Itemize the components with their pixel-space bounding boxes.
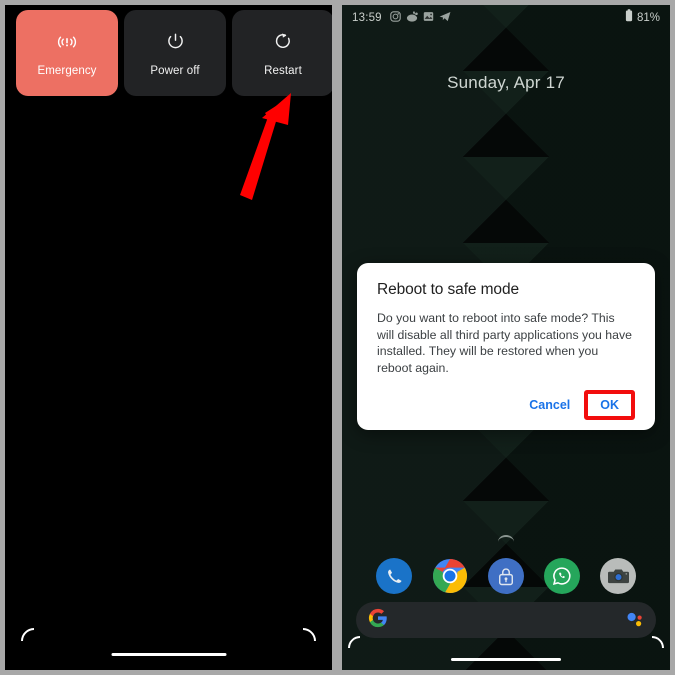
screen-corner-arc-right — [285, 623, 322, 660]
photo-icon — [423, 9, 434, 27]
instagram-icon — [390, 9, 401, 27]
page-indicator — [498, 535, 514, 542]
reddit-icon — [406, 9, 418, 27]
google-search-bar[interactable] — [356, 602, 656, 638]
dock-icon-whatsapp[interactable] — [544, 558, 580, 594]
notification-icons — [390, 9, 451, 27]
emergency-broadcast-icon — [55, 30, 79, 54]
dialog-message: Do you want to reboot into safe mode? Th… — [377, 311, 632, 375]
cancel-button[interactable]: Cancel — [519, 391, 580, 419]
screenshot-root: Emergency Power off Restart 13:59 81% Su… — [0, 0, 675, 675]
dock-icon-phone[interactable] — [376, 558, 412, 594]
telegram-icon — [439, 9, 451, 27]
emergency-button-label: Emergency — [37, 64, 97, 77]
google-g-icon — [368, 608, 388, 633]
power-menu-screen: Emergency Power off Restart — [5, 5, 332, 670]
dialog-action-row: Cancel OK — [377, 390, 635, 420]
status-bar-right: 81% — [625, 9, 660, 27]
reboot-safe-mode-dialog: Reboot to safe mode Do you want to reboo… — [357, 263, 655, 430]
ok-button-highlight: OK — [584, 390, 635, 420]
screen-corner-arc-left — [16, 623, 53, 660]
emergency-button[interactable]: Emergency — [16, 10, 118, 96]
power-icon — [163, 30, 187, 54]
home-screen: 13:59 81% Sunday, Apr 17 Reboot to safe … — [342, 5, 670, 670]
home-gesture-bar[interactable] — [111, 653, 226, 656]
power-menu-button-row: Emergency Power off Restart — [16, 10, 332, 96]
home-gesture-bar-right-panel[interactable] — [451, 658, 561, 661]
battery-icon — [625, 9, 633, 27]
power-off-button[interactable]: Power off — [124, 10, 226, 96]
red-arrow-annotation — [240, 93, 291, 200]
google-assistant-icon[interactable] — [626, 611, 644, 629]
restart-icon — [271, 30, 295, 54]
restart-button[interactable]: Restart — [232, 10, 332, 96]
date-widget[interactable]: Sunday, Apr 17 — [342, 73, 670, 93]
battery-percentage: 81% — [636, 12, 660, 24]
dock-icon-camera[interactable] — [600, 558, 636, 594]
status-bar: 13:59 81% — [342, 5, 670, 31]
dock-icon-vault[interactable] — [488, 558, 524, 594]
power-off-button-label: Power off — [150, 64, 200, 77]
status-bar-clock: 13:59 — [352, 12, 382, 24]
dialog-title: Reboot to safe mode — [377, 281, 519, 298]
restart-button-label: Restart — [264, 64, 302, 77]
dock-icon-chrome[interactable] — [432, 558, 468, 594]
dock — [342, 558, 670, 594]
ok-button[interactable]: OK — [588, 394, 631, 416]
